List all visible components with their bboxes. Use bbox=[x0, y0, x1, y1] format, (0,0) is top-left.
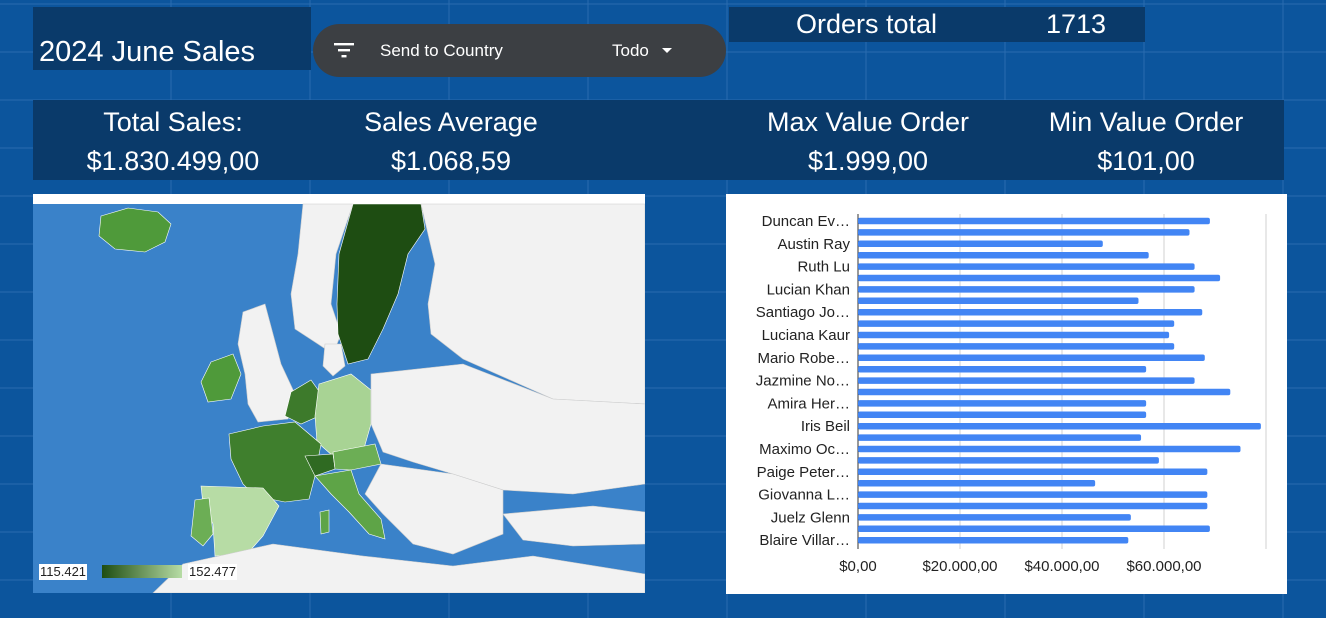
bar-mark[interactable] bbox=[858, 445, 1241, 453]
bar-category-label: Santiago Jo… bbox=[756, 304, 850, 321]
chevron-down-icon[interactable] bbox=[662, 48, 672, 53]
bar-category-label: Amira Her… bbox=[767, 395, 850, 412]
kpi-value: $1.068,59 bbox=[390, 146, 512, 176]
country-turkey[interactable] bbox=[502, 505, 645, 547]
kpi-total-sales: Total Sales: $1.830.499,00 bbox=[33, 106, 313, 177]
sales-by-seller-bar-chart[interactable]: Duncan Ev… Austin Ray Ruth Lu Lucian Khan Sa… bbox=[726, 194, 1287, 594]
kpi-max-value-order: Max Value Order $1.999,00 bbox=[728, 106, 1008, 177]
bar-category-label: Jazmine No… bbox=[756, 373, 850, 390]
bar-mark[interactable] bbox=[858, 422, 1261, 430]
bar-mark[interactable] bbox=[858, 240, 1103, 248]
bar-mark[interactable] bbox=[858, 297, 1139, 305]
bar-mark[interactable] bbox=[858, 479, 1096, 487]
bar-mark[interactable] bbox=[858, 457, 1159, 464]
filter-label: Send to Country bbox=[380, 41, 503, 60]
country-germany[interactable] bbox=[314, 373, 372, 457]
bar-mark[interactable] bbox=[858, 468, 1208, 476]
bar-mark[interactable] bbox=[858, 411, 1147, 419]
kpi-sales-average: Sales Average $1.068,59 bbox=[311, 106, 591, 177]
bar-category-label: Maximo Oc… bbox=[759, 441, 850, 458]
bar-mark[interactable] bbox=[858, 502, 1208, 510]
map-canvas bbox=[33, 194, 645, 593]
kpi-label: Min Value Order bbox=[1048, 107, 1244, 137]
bar-chart-canvas: Duncan Ev… Austin Ray Ruth Lu Lucian Khan Sa… bbox=[756, 213, 1267, 575]
bar-mark[interactable] bbox=[858, 229, 1190, 236]
bar-category-label: Lucian Khan bbox=[767, 281, 850, 298]
bar-mark[interactable] bbox=[858, 400, 1147, 407]
kpi-value: $101,00 bbox=[1097, 146, 1195, 176]
bar-mark[interactable] bbox=[858, 388, 1231, 396]
bar-mark[interactable] bbox=[858, 365, 1147, 373]
country-sweden[interactable] bbox=[336, 203, 426, 365]
bar-category-label: Blaire Villar… bbox=[759, 532, 850, 549]
country-italy-sardinia[interactable] bbox=[319, 509, 330, 535]
bar-mark[interactable] bbox=[858, 536, 1129, 544]
country-denmark[interactable] bbox=[322, 343, 346, 377]
bar-mark[interactable] bbox=[858, 320, 1175, 327]
bar-mark[interactable] bbox=[858, 434, 1142, 441]
bar-category-label: Juelz Glenn bbox=[771, 509, 850, 526]
kpi-panel: Total Sales: $1.830.499,00 Sales Average… bbox=[33, 100, 1284, 180]
bar-category-label: Ruth Lu bbox=[797, 259, 850, 276]
bar-mark[interactable] bbox=[858, 308, 1203, 316]
bar-category-label: Austin Ray bbox=[777, 236, 850, 253]
bar-category-label: Iris Beil bbox=[801, 418, 850, 435]
kpi-label: Max Value Order bbox=[766, 107, 970, 137]
bar-x-tick-label: $60.000,00 bbox=[1126, 558, 1201, 575]
bar-x-tick-label: $20.000,00 bbox=[922, 558, 997, 575]
bar-mark[interactable] bbox=[858, 217, 1210, 225]
kpi-label: Total Sales: bbox=[103, 107, 243, 137]
europe-sales-map[interactable]: 115.421 152.477 bbox=[33, 194, 645, 593]
bar-mark[interactable] bbox=[858, 354, 1205, 362]
bar-mark[interactable] bbox=[858, 286, 1195, 293]
bar-x-tick-label: $0,00 bbox=[839, 558, 877, 575]
kpi-value: $1.999,00 bbox=[807, 146, 929, 176]
legend-gradient bbox=[102, 565, 182, 578]
country-iceland[interactable] bbox=[98, 207, 172, 253]
kpi-value: $1.830.499,00 bbox=[86, 146, 260, 176]
dashboard-title-panel: 2024 June Sales bbox=[33, 7, 311, 70]
orders-total-panel: Orders total 1713 bbox=[729, 7, 1145, 42]
bar-mark[interactable] bbox=[858, 274, 1221, 282]
country-united-kingdom[interactable] bbox=[237, 303, 296, 423]
country-filter-control[interactable]: Send to Country Todo bbox=[313, 24, 726, 77]
bar-category-label: Giovanna L… bbox=[758, 487, 850, 504]
dashboard-title: 2024 June Sales bbox=[39, 36, 256, 68]
bar-mark[interactable] bbox=[858, 491, 1208, 498]
bar-mark[interactable] bbox=[858, 343, 1175, 350]
bar-mark[interactable] bbox=[858, 331, 1170, 339]
kpi-min-value-order: Min Value Order $101,00 bbox=[1006, 106, 1286, 177]
country-ireland[interactable] bbox=[200, 353, 242, 403]
bar-category-label: Duncan Ev… bbox=[762, 213, 850, 230]
bar-x-tick-label: $40.000,00 bbox=[1024, 558, 1099, 575]
bar-mark[interactable] bbox=[858, 377, 1195, 384]
bar-category-label: Luciana Kaur bbox=[762, 327, 850, 344]
orders-total-value: 1713 bbox=[1046, 9, 1107, 39]
kpi-label: Sales Average bbox=[364, 107, 538, 137]
legend-max-value: 152.477 bbox=[188, 564, 237, 580]
orders-total-label: Orders total bbox=[796, 9, 938, 39]
bar-mark[interactable] bbox=[858, 514, 1131, 521]
filter-list-icon bbox=[334, 43, 354, 58]
bar-category-label: Paige Peter… bbox=[757, 464, 850, 481]
legend-min-value: 115.421 bbox=[39, 564, 88, 580]
map-top-strip bbox=[33, 194, 645, 204]
bar-mark[interactable] bbox=[858, 251, 1149, 259]
country-portugal[interactable] bbox=[190, 497, 214, 547]
bar-category-label: Mario Robe… bbox=[757, 350, 850, 367]
filter-selected-value[interactable]: Todo bbox=[612, 41, 649, 61]
bar-mark[interactable] bbox=[858, 263, 1195, 270]
bar-mark[interactable] bbox=[858, 525, 1210, 533]
